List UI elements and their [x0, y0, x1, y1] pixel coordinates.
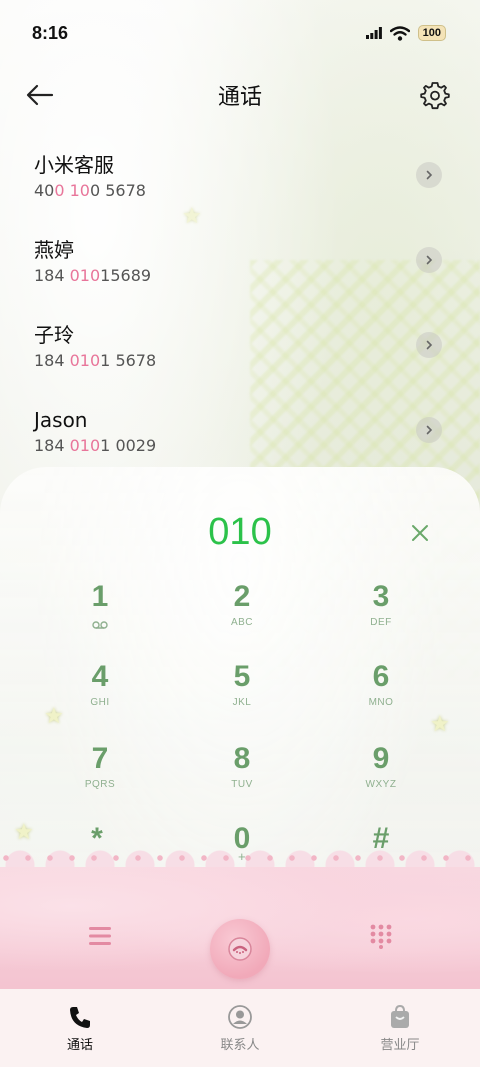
- key-9[interactable]: 9 WXYZ: [326, 741, 436, 811]
- battery-icon: 100: [417, 25, 446, 41]
- contact-name: 燕婷: [34, 238, 74, 262]
- chevron-right-icon[interactable]: [416, 162, 442, 188]
- contact-list: 小米客服 400 100 5678 燕婷 184 01015689 子玲 184…: [0, 140, 480, 480]
- status-bar: 8:16 100: [0, 0, 480, 66]
- status-time: 8:16: [32, 22, 69, 43]
- arrow-left-icon[interactable]: [24, 80, 56, 110]
- list-item[interactable]: 燕婷 184 01015689: [0, 225, 480, 310]
- shopping-bag-icon: [391, 1004, 409, 1028]
- phone-icon: [70, 1006, 90, 1028]
- dialpad-panel: 010 1 2 ABC 3 DEF 4 GHI 5 JKL 6 MNO 7 PQ…: [0, 467, 480, 989]
- contact-name: Jason: [34, 408, 88, 432]
- signal-icon: [365, 27, 382, 39]
- menu-icon[interactable]: [86, 923, 114, 949]
- tab-calls[interactable]: 通话: [0, 989, 160, 1067]
- star-decoration: ★: [182, 204, 202, 229]
- close-icon[interactable]: [408, 521, 432, 545]
- chevron-right-icon[interactable]: [416, 247, 442, 273]
- tab-service-hall[interactable]: 营业厅: [320, 989, 480, 1067]
- list-item[interactable]: 小米客服 400 100 5678: [0, 140, 480, 225]
- status-icons: 100: [365, 25, 446, 41]
- key-8[interactable]: 8 TUV: [187, 741, 297, 811]
- key-7[interactable]: 7 PQRS: [45, 741, 155, 811]
- key-6[interactable]: 6 MNO: [326, 659, 436, 729]
- contact-name: 小米客服: [34, 153, 114, 177]
- dialpad-grid-icon[interactable]: [369, 923, 393, 949]
- header: 通话: [0, 70, 480, 120]
- star-decoration: ★: [14, 820, 34, 845]
- star-decoration: ★: [430, 712, 450, 737]
- contact-number: 184 0101 0029: [34, 436, 157, 455]
- chevron-right-icon[interactable]: [416, 332, 442, 358]
- gear-icon[interactable]: [420, 80, 450, 110]
- key-3[interactable]: 3 DEF: [326, 579, 436, 649]
- contact-number: 184 01015689: [34, 266, 152, 285]
- key-5[interactable]: 5 JKL: [187, 659, 297, 729]
- bottom-nav: 通话 联系人 营业厅: [0, 989, 480, 1067]
- list-item[interactable]: 子玲 184 0101 5678: [0, 310, 480, 395]
- star-decoration: ★: [44, 704, 64, 729]
- tab-service-hall-label: 营业厅: [380, 1037, 420, 1053]
- key-1[interactable]: 1: [45, 579, 155, 649]
- contact-name: 子玲: [34, 323, 74, 347]
- tab-calls-label: 通话: [66, 1037, 93, 1053]
- tab-contacts-label: 联系人: [220, 1037, 260, 1053]
- call-button[interactable]: [210, 919, 270, 979]
- contact-icon: [228, 1004, 252, 1029]
- lace-dots: [0, 852, 480, 864]
- contact-number: 400 100 5678: [34, 181, 146, 200]
- key-2[interactable]: 2 ABC: [187, 579, 297, 649]
- wifi-icon: [389, 25, 410, 41]
- chevron-right-icon[interactable]: [416, 417, 442, 443]
- page-title: 通话: [217, 85, 262, 110]
- contact-number: 184 0101 5678: [34, 351, 157, 370]
- phone-handset-icon: [228, 937, 252, 961]
- tab-contacts[interactable]: 联系人: [160, 989, 320, 1067]
- voicemail-icon: [92, 621, 108, 629]
